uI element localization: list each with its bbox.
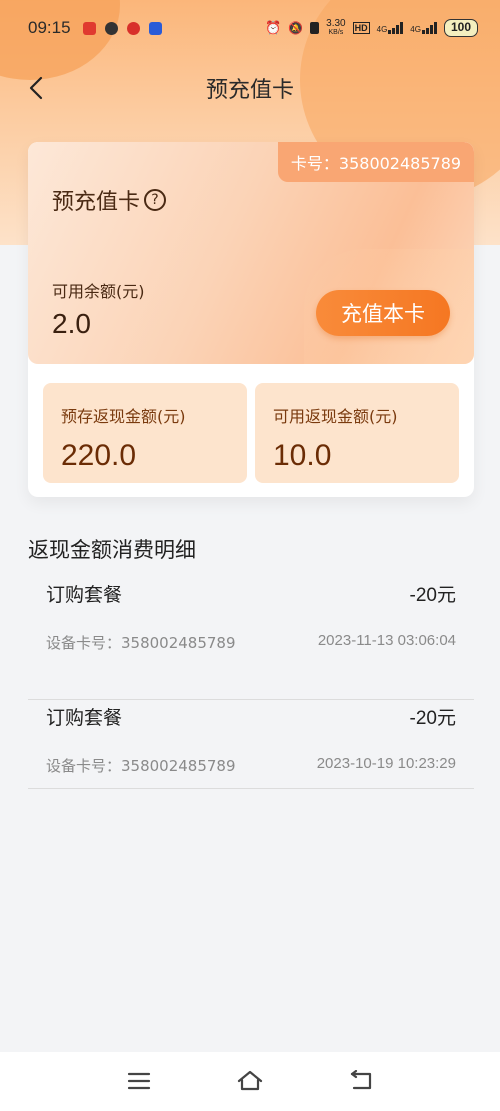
battery-indicator: 100 (443, 19, 478, 37)
available-cashback-box: 可用返现金额(元) 10.0 (255, 383, 459, 483)
sim-icon (310, 22, 320, 34)
available-cashback-value: 10.0 (273, 439, 332, 472)
message-icon (104, 21, 118, 35)
prestore-cashback-value: 220.0 (61, 439, 137, 472)
return-icon (350, 1070, 372, 1090)
record-device: 设备卡号：358002485789 (46, 757, 236, 775)
card-number-badge: 卡号：358002485789 (278, 142, 474, 182)
music-app-icon (126, 21, 140, 35)
prepaid-card: 卡号：358002485789 预充值卡 ? 可用余额(元) 2.0 充值本卡 (28, 142, 474, 364)
home-button[interactable] (235, 1066, 265, 1096)
prepaid-card-panel: 卡号：358002485789 预充值卡 ? 可用余额(元) 2.0 充值本卡 … (28, 142, 474, 497)
return-button[interactable] (346, 1066, 376, 1096)
status-right: ⏰ 🔕 3.30 KB/s HD 4G 4G 100 (265, 19, 478, 37)
signal-bars-icon (421, 22, 437, 34)
record-name: 订购套餐 (46, 707, 123, 729)
hd-icon: HD (352, 22, 370, 34)
record-amount: -20元 (409, 708, 456, 729)
record-time: 2023-10-19 10:23:29 (316, 755, 456, 772)
prestore-cashback-label: 预存返现金额(元) (61, 407, 186, 426)
available-cashback-label: 可用返现金额(元) (273, 407, 398, 426)
menu-icon (127, 1072, 151, 1090)
network-speed: 3.30 KB/s (326, 18, 346, 37)
signal-2: 4G (410, 22, 437, 34)
page-title: 预充值卡 (205, 78, 294, 103)
record-amount: -20元 (409, 585, 456, 606)
balance-label: 可用余额(元) (52, 282, 145, 301)
list-item[interactable]: 订购套餐 -20元 设备卡号：358002485789 2023-10-19 1… (28, 703, 474, 789)
notification-icons (82, 21, 162, 35)
record-name: 订购套餐 (46, 584, 123, 606)
menu-button[interactable] (124, 1066, 154, 1096)
signal-bars-icon (388, 22, 404, 34)
prestore-cashback-box: 预存返现金额(元) 220.0 (43, 383, 247, 483)
system-nav-bar (0, 1052, 500, 1111)
nav-bar: 预充值卡 (0, 64, 500, 112)
help-circle-icon[interactable]: ? (144, 189, 167, 211)
alarm-icon: ⏰ (265, 20, 282, 35)
section-title: 返现金额消费明细 (28, 538, 196, 562)
record-time: 2023-11-13 03:06:04 (317, 632, 456, 649)
status-time: 09:15 (28, 18, 71, 37)
list-item[interactable]: 订购套餐 -20元 设备卡号：358002485789 2023-11-13 0… (28, 580, 474, 700)
recharge-button[interactable]: 充值本卡 (316, 290, 450, 336)
record-device: 设备卡号：358002485789 (46, 634, 236, 652)
balance-value: 2.0 (52, 308, 91, 339)
card-title: 预充值卡 ? (52, 184, 167, 216)
back-button[interactable] (20, 72, 52, 104)
mute-icon: 🔕 (288, 21, 304, 35)
home-icon (237, 1070, 263, 1091)
browser-app-icon (148, 21, 162, 35)
app-notification-icon (82, 21, 96, 35)
back-arrow-icon (29, 76, 43, 100)
status-bar: 09:15 ⏰ 🔕 3.30 KB/s HD 4G 4G 100 (0, 0, 500, 56)
signal-1: 4G (377, 22, 404, 34)
